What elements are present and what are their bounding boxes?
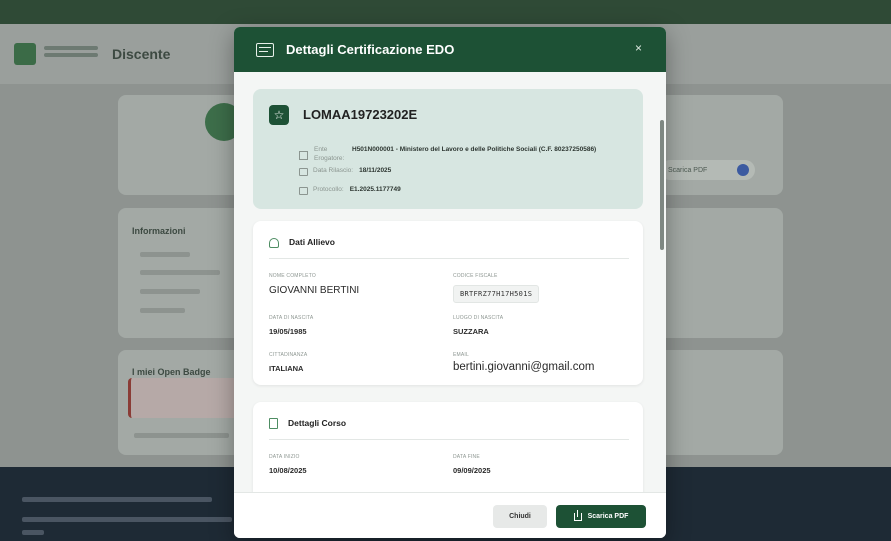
field-label: Data Inizio	[269, 454, 300, 460]
section-title: Dettagli Corso	[288, 418, 347, 428]
footer-line	[22, 530, 44, 535]
data-fine-field: Data Fine 09/09/2025	[453, 454, 491, 475]
ente-value: H501N000001 - Ministero del Lavoro e del…	[352, 146, 597, 153]
field-value: 10/08/2025	[269, 466, 307, 475]
person-icon	[269, 238, 279, 248]
footer-line	[22, 517, 232, 522]
field-label: Data Fine	[453, 454, 480, 460]
codice-fiscale-field: Codice Fiscale BRTFRZ77H17H501S	[453, 273, 540, 303]
luogo-nascita-field: Luogo di Nascita SUZZARA	[453, 315, 503, 336]
document-check-icon	[269, 418, 278, 429]
dettagli-corso-section: Dettagli Corso Data Inizio 10/08/2025 Da…	[253, 402, 643, 492]
ente-label: Ente Erogatore:	[314, 146, 345, 162]
field-label: Email	[453, 352, 470, 358]
page-title: Discente	[112, 46, 171, 62]
close-button[interactable]: Chiudi	[493, 505, 547, 528]
cittadinanza-field: Cittadinanza ITALIANA	[269, 352, 307, 373]
section-header: Dati Allievo	[269, 237, 629, 259]
protocollo-row: Protocollo: E1.2025.1177749	[299, 186, 401, 195]
data-nascita-field: Data di Nascita 19/05/1985	[269, 315, 313, 336]
download-pdf-label: Scarica PDF	[587, 513, 629, 520]
nome-field: Nome Completo GIOVANNI BERTINI	[269, 273, 359, 296]
placeholder-line	[140, 308, 185, 313]
star-icon: ☆	[269, 105, 289, 125]
logo-text	[44, 46, 98, 62]
download-icon	[573, 509, 582, 521]
data-inizio-field: Data Inizio 10/08/2025	[269, 454, 307, 475]
alert-box	[128, 378, 238, 418]
modal-title: Dettagli Certificazione EDO	[286, 42, 455, 57]
building-icon	[299, 151, 308, 160]
scrollbar[interactable]	[660, 120, 664, 250]
data-rilascio-label: Data Rilascio:	[313, 167, 354, 174]
protocollo-value: E1.2025.1177749	[349, 186, 401, 193]
email-field: Email bertini.giovanni@gmail.com	[453, 352, 594, 373]
placeholder-line	[134, 433, 229, 438]
field-value: 19/05/1985	[269, 327, 307, 336]
field-value: bertini.giovanni@gmail.com	[453, 361, 595, 373]
field-value: 09/09/2025	[453, 466, 491, 475]
modal-body[interactable]: ☆ LOMAA19723202E Ente Erogatore: H501N00…	[234, 72, 666, 492]
modal-header: Dettagli Certificazione EDO ×	[234, 27, 666, 72]
field-label: Cittadinanza	[269, 352, 308, 358]
download-pdf-button[interactable]: Scarica PDF	[556, 505, 646, 528]
certificate-summary: ☆ LOMAA19723202E Ente Erogatore: H501N00…	[253, 89, 643, 209]
placeholder-line	[140, 252, 190, 257]
info-card-title: Informazioni	[132, 226, 186, 236]
modal-footer: Chiudi Scarica PDF	[234, 492, 666, 538]
top-bar	[0, 0, 891, 24]
placeholder-line	[140, 270, 220, 275]
close-icon[interactable]: ×	[635, 41, 642, 55]
field-value: SUZZARA	[453, 327, 489, 336]
protocollo-label: Protocollo:	[313, 186, 344, 193]
codice-fiscale-value: BRTFRZ77H17H501S	[453, 285, 540, 303]
data-rilascio-value: 18/11/2025	[359, 167, 392, 174]
section-title: Dati Allievo	[289, 237, 335, 247]
section-header: Dettagli Corso	[269, 418, 629, 440]
ente-row: Ente Erogatore: H501N000001 - Ministero …	[299, 145, 632, 163]
certificate-modal: Dettagli Certificazione EDO × ☆ LOMAA197…	[234, 27, 666, 538]
field-label: Data di Nascita	[269, 315, 314, 321]
field-label: Codice Fiscale	[453, 273, 498, 279]
data-rilascio-row: Data Rilascio: 18/11/2025	[299, 167, 391, 176]
field-label: Luogo di Nascita	[453, 315, 504, 321]
document-icon	[299, 187, 308, 195]
dati-allievo-section: Dati Allievo Nome Completo GIOVANNI BERT…	[253, 221, 643, 385]
footer-line	[22, 497, 212, 502]
region-logo-icon	[14, 43, 36, 65]
placeholder-line	[140, 289, 200, 294]
field-value: GIOVANNI BERTINI	[269, 285, 360, 296]
certificate-icon	[256, 42, 274, 57]
background-pdf-button: Scarica PDF	[660, 160, 755, 180]
field-value: ITALIANA	[269, 364, 304, 373]
calendar-icon	[299, 168, 308, 176]
badges-card-title: I miei Open Badge	[132, 367, 211, 377]
field-label: Nome Completo	[269, 273, 316, 279]
certificate-code: LOMAA19723202E	[303, 107, 418, 122]
